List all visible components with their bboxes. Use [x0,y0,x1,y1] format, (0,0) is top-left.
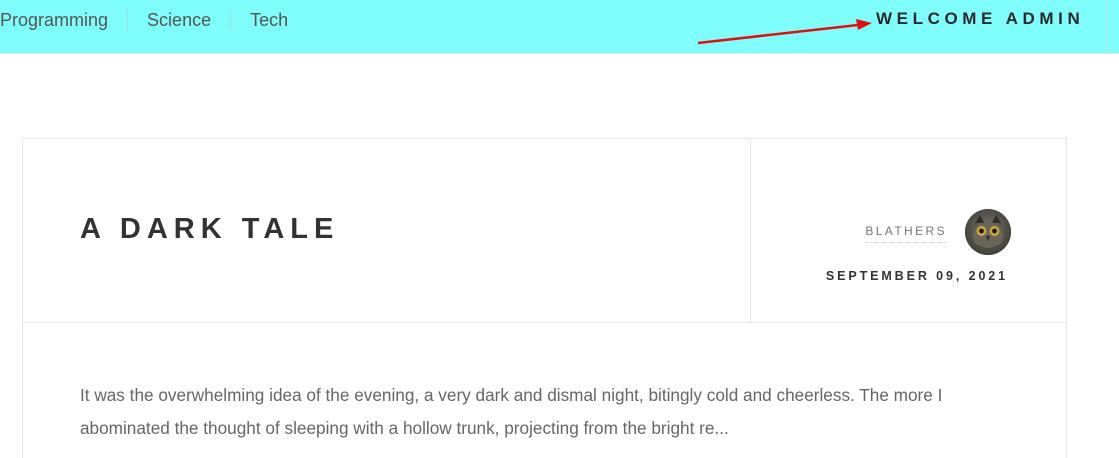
owl-avatar-icon [965,209,1011,255]
category-nav: Programming Science Tech [0,0,307,40]
nav-item-science[interactable]: Science [127,10,230,30]
nav-item-programming[interactable]: Programming [0,10,127,30]
header-vertical-divider [750,139,751,322]
post-author-link[interactable]: BLATHERS [865,224,947,243]
post-excerpt: It was the overwhelming idea of the even… [80,385,943,438]
top-navigation-bar: Programming Science Tech WELCOME ADMIN [0,0,1119,54]
topbar-edge-divider [1106,0,1107,54]
nav-item-tech[interactable]: Tech [230,10,307,30]
post-card: A DARK TALE BLATHERS SEPTEMBER 09, 2021 … [22,138,1067,458]
header-horizontal-divider [23,322,1066,323]
welcome-user-label[interactable]: WELCOME ADMIN [876,9,1084,29]
author-avatar[interactable] [965,209,1011,255]
post-date: SEPTEMBER 09, 2021 [825,269,1008,283]
post-title[interactable]: A DARK TALE [80,213,339,246]
